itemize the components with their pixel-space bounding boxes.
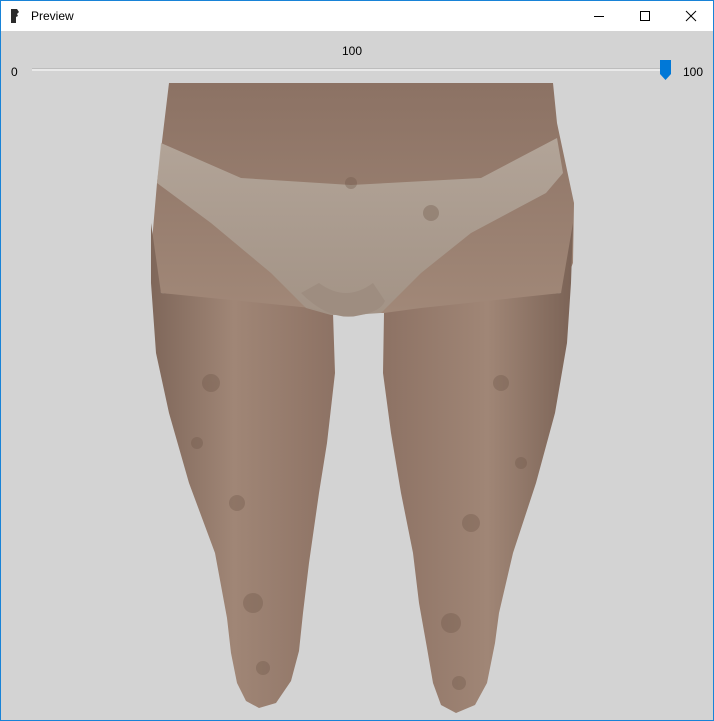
- slider-value-label: 100: [341, 44, 363, 58]
- slider-thumb[interactable]: [660, 60, 671, 80]
- slider-track[interactable]: [32, 68, 666, 71]
- slider-max-label: 100: [683, 65, 704, 79]
- window-title: Preview: [31, 9, 74, 23]
- body-model-render: [151, 83, 574, 713]
- preview-window: Preview 100 0 100: [0, 0, 714, 721]
- slider-panel: 100 0 100: [1, 31, 713, 83]
- slider-thumb-icon: [660, 60, 671, 80]
- minimize-icon: [594, 16, 604, 17]
- maximize-button[interactable]: [622, 1, 668, 31]
- title-bar[interactable]: Preview: [1, 1, 713, 31]
- close-button[interactable]: [668, 1, 713, 31]
- slider-min-label: 0: [11, 65, 18, 79]
- model-preview-viewport[interactable]: [1, 83, 713, 720]
- close-icon: [685, 10, 697, 22]
- app-icon: [9, 8, 21, 24]
- maximize-icon: [640, 11, 650, 21]
- minimize-button[interactable]: [576, 1, 622, 31]
